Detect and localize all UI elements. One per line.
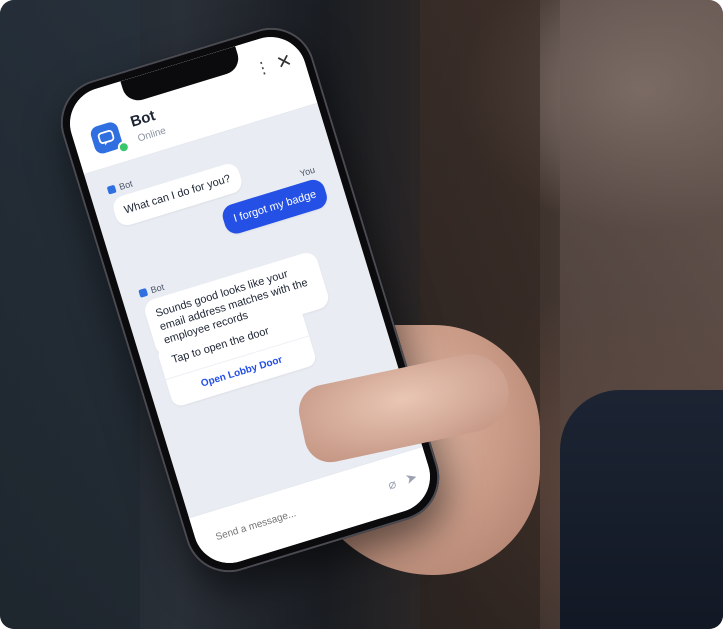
attachment-icon[interactable]: ⌀ bbox=[386, 476, 398, 494]
bot-name: Bot bbox=[128, 107, 158, 131]
bot-mini-icon bbox=[106, 184, 117, 195]
sleeve bbox=[560, 390, 723, 629]
user-label: You bbox=[299, 165, 316, 179]
chat-bubble-icon bbox=[97, 129, 115, 146]
bot-label-text: Bot bbox=[149, 281, 166, 296]
user-label-text: You bbox=[298, 164, 317, 179]
photo-scene: Bot Online ⋮ ✕ Bot What can I do for you… bbox=[0, 0, 723, 629]
close-icon[interactable]: ✕ bbox=[274, 50, 294, 74]
more-vertical-icon[interactable]: ⋮ bbox=[253, 58, 273, 79]
online-status-dot bbox=[116, 139, 132, 155]
message-input[interactable] bbox=[212, 487, 364, 545]
bot-label-text: Bot bbox=[117, 178, 134, 193]
send-icon[interactable]: ➤ bbox=[403, 468, 419, 488]
bot-mini-icon bbox=[138, 287, 149, 298]
